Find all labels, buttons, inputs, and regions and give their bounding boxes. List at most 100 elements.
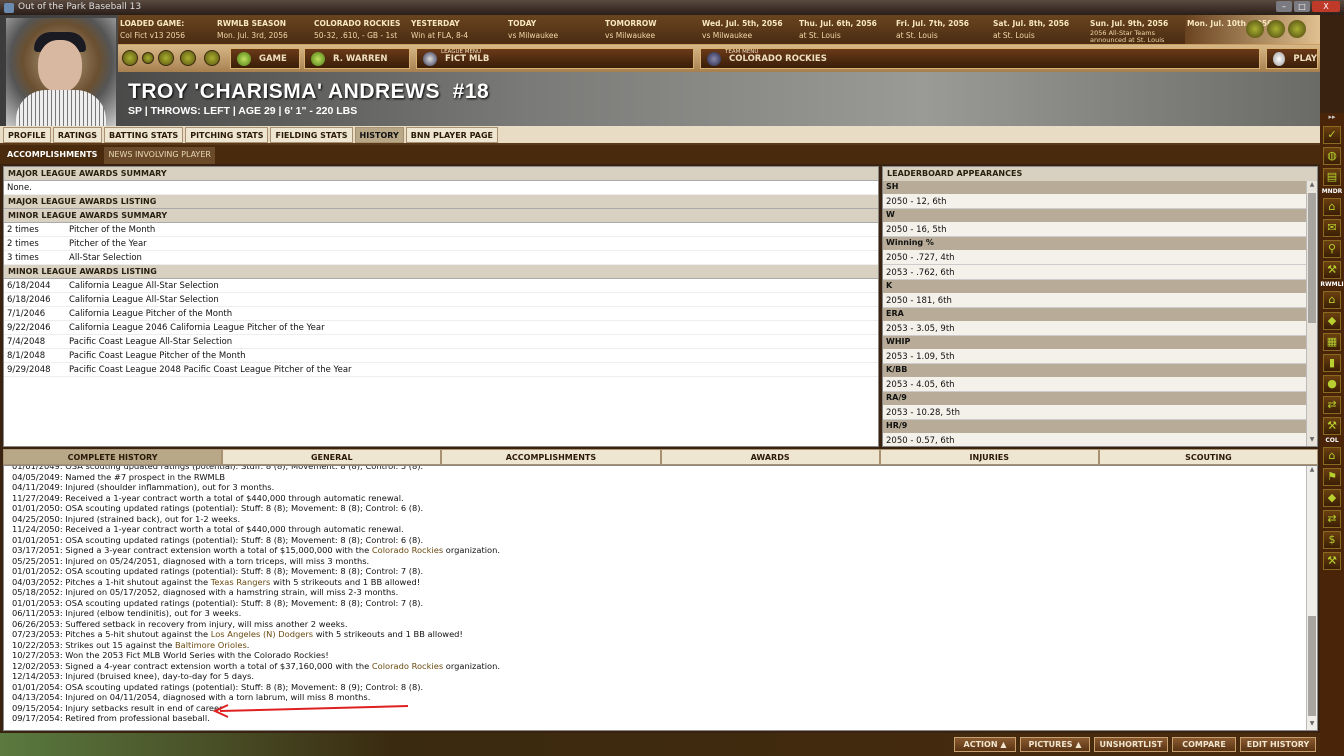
history-tab-complete-history[interactable]: COMPLETE HISTORY (3, 449, 223, 465)
award-row: 9/22/2046 California League 2046 Californ… (4, 321, 878, 335)
transfer-icon[interactable]: ⇄ (1323, 510, 1341, 528)
tools-icon[interactable]: ⚒ (1323, 552, 1341, 570)
compare-button[interactable]: COMPARE (1172, 737, 1236, 752)
schedule-bar: LOADED GAME: Col Fict v13 2056 RWMLB SEASO… (118, 15, 1320, 45)
tab-profile[interactable]: PROFILE (3, 127, 51, 143)
schedule-cell-value: vs Milwaukee (605, 31, 656, 40)
baseball-icon (1273, 51, 1286, 66)
leaderboard-row: 2050 - 0.57, 6th (883, 433, 1307, 446)
league-menu-button[interactable]: LEAGUE MENU FICT MLB (416, 48, 694, 69)
game-label: GAME (259, 53, 287, 64)
mail-icon[interactable]: ✉ (1323, 219, 1341, 237)
award-cell: 7/4/2048 (7, 337, 46, 347)
subtab-accomplishments[interactable]: ACCOMPLISHMENTS (3, 147, 102, 164)
scroll-thumb[interactable] (1308, 193, 1316, 323)
schedule-cell[interactable]: Fri. Jul. 7th, 2056 at St. Louis (894, 15, 991, 44)
team-menu-button[interactable]: TEAM MENU COLORADO ROCKIES (700, 48, 1260, 69)
history-tab-awards[interactable]: AWARDS (660, 449, 880, 465)
check-icon[interactable]: ✓ (1323, 126, 1341, 144)
award-cell: 9/22/2046 (7, 323, 51, 333)
scroll-up-icon[interactable]: ▲ (1307, 181, 1317, 191)
history-text: . (246, 639, 250, 650)
game-menu-button[interactable]: GAME (230, 48, 300, 69)
schedule-cell[interactable]: COLORADO ROCKIES 50-32, .610, - GB - 1st (312, 15, 409, 44)
history-tab-scouting[interactable]: SCOUTING (1098, 449, 1319, 465)
schedule-cell[interactable]: YESTERDAY Win at FLA, 8-4 (409, 15, 506, 44)
search-icon[interactable] (1267, 20, 1285, 38)
team-link[interactable]: Colorado Rockies (372, 545, 443, 555)
tab-history[interactable]: HISTORY (354, 127, 404, 143)
player-photo (6, 18, 116, 130)
pictures-label: PICTURES (1028, 740, 1073, 749)
home-icon[interactable]: ⌂ (1323, 291, 1341, 309)
forward-icon[interactable] (158, 50, 174, 66)
back-icon[interactable] (122, 50, 138, 66)
home-icon[interactable]: ⌂ (1323, 198, 1341, 216)
subtab-news-involving-player[interactable]: NEWS INVOLVING PLAYER (104, 147, 215, 164)
schedule-cell[interactable]: TOMORROW vs Milwaukee (603, 15, 700, 44)
tab-bnn-player-page[interactable]: BNN PLAYER PAGE (405, 127, 498, 143)
manager-menu-button[interactable]: R. WARREN (304, 48, 410, 69)
maximize-button[interactable]: □ (1294, 1, 1310, 12)
schedule-cell-label: TOMORROW (605, 19, 657, 28)
tab-pitching-stats[interactable]: PITCHING STATS (185, 127, 269, 143)
tools-icon[interactable]: ⚒ (1323, 261, 1341, 279)
history-entry: 01/01/2052: OSA scouting updated ratings… (12, 566, 1302, 577)
fast-forward-icon[interactable]: ▸▸ (1320, 113, 1344, 123)
history-scrollbar[interactable]: ▲ ▼ (1306, 466, 1317, 730)
schedule-cell[interactable]: Sat. Jul. 8th, 2056 at St. Louis (991, 15, 1088, 44)
team-link[interactable]: Baltimore Orioles (175, 640, 247, 650)
schedule-cell[interactable]: Sun. Jul. 9th, 2056 2056 All-Star Teams a… (1088, 15, 1185, 44)
home-icon[interactable]: ⌂ (1323, 447, 1341, 465)
tools-icon[interactable]: ⚒ (1323, 417, 1341, 435)
team-link[interactable]: Los Angeles (N) Dodgers (211, 629, 313, 639)
save-icon[interactable]: ▤ (1323, 168, 1341, 186)
settings-icon[interactable] (1246, 20, 1264, 38)
transfer-icon[interactable]: ⇄ (1323, 396, 1341, 414)
bookmark-icon[interactable] (180, 50, 196, 66)
strategy-icon[interactable]: ⚑ (1323, 468, 1341, 486)
baseball-icon[interactable]: ● (1323, 375, 1341, 393)
unshortlist-button[interactable]: UNSHORTLIST (1094, 737, 1168, 752)
schedule-cell[interactable]: TODAY vs Milwaukee (506, 15, 603, 44)
tab-ratings[interactable]: RATINGS (52, 127, 103, 143)
schedule-cell-value: at St. Louis (799, 31, 841, 40)
help-icon[interactable] (1288, 20, 1306, 38)
dot-icon[interactable] (142, 52, 154, 64)
schedule-cell[interactable]: LOADED GAME: Col Fict v13 2056 (118, 15, 215, 44)
minimize-button[interactable]: – (1276, 1, 1292, 12)
leaderboard-scrollbar[interactable]: ▲ ▼ (1306, 181, 1317, 446)
edit-history-button[interactable]: EDIT HISTORY (1240, 737, 1316, 752)
scroll-up-icon[interactable]: ▲ (1307, 466, 1317, 476)
diamond-icon[interactable]: ◆ (1323, 489, 1341, 507)
scroll-down-icon[interactable]: ▼ (1307, 720, 1317, 730)
play-button[interactable]: PLAY (1266, 48, 1318, 69)
help-buttons (1246, 20, 1306, 38)
history-tab-injuries[interactable]: INJURIES (879, 449, 1099, 465)
schedule-cell-label: COLORADO ROCKIES (314, 19, 401, 28)
history-tab-accomplishments[interactable]: ACCOMPLISHMENTS (441, 449, 661, 465)
team-link[interactable]: Texas Rangers (211, 577, 271, 587)
home-icon[interactable] (204, 50, 220, 66)
finance-icon[interactable]: $ (1323, 531, 1341, 549)
calendar-icon[interactable]: ▦ (1323, 333, 1341, 351)
leaderboard-row: 2053 - 4.05, 6th (883, 377, 1307, 392)
search-icon[interactable]: ⚲ (1323, 240, 1341, 258)
scroll-thumb[interactable] (1308, 616, 1316, 716)
history-tab-general[interactable]: GENERAL (222, 449, 442, 465)
scroll-down-icon[interactable]: ▼ (1307, 436, 1317, 446)
history-entry: 03/17/2051: Signed a 3-year contract ext… (12, 545, 1302, 556)
schedule-cell[interactable]: Wed. Jul. 5th, 2056 vs Milwaukee (700, 15, 797, 44)
tab-batting-stats[interactable]: BATTING STATS (104, 127, 184, 143)
tab-fielding-stats[interactable]: FIELDING STATS (270, 127, 353, 143)
diamond-icon[interactable]: ◆ (1323, 312, 1341, 330)
globe-icon[interactable]: ◍ (1323, 147, 1341, 165)
action-button[interactable]: ACTION ▲ (954, 737, 1016, 752)
close-button[interactable]: X (1312, 1, 1340, 12)
team-link[interactable]: Colorado Rockies (372, 661, 443, 671)
schedule-cell[interactable]: RWMLB SEASON Mon. Jul. 3rd, 2056 (215, 15, 312, 44)
schedule-cell[interactable]: Thu. Jul. 6th, 2056 at St. Louis (797, 15, 894, 44)
pictures-button[interactable]: PICTURES ▲ (1020, 737, 1090, 752)
chart-icon[interactable]: ▮ (1323, 354, 1341, 372)
sidebar-section-label: COL (1325, 437, 1339, 444)
